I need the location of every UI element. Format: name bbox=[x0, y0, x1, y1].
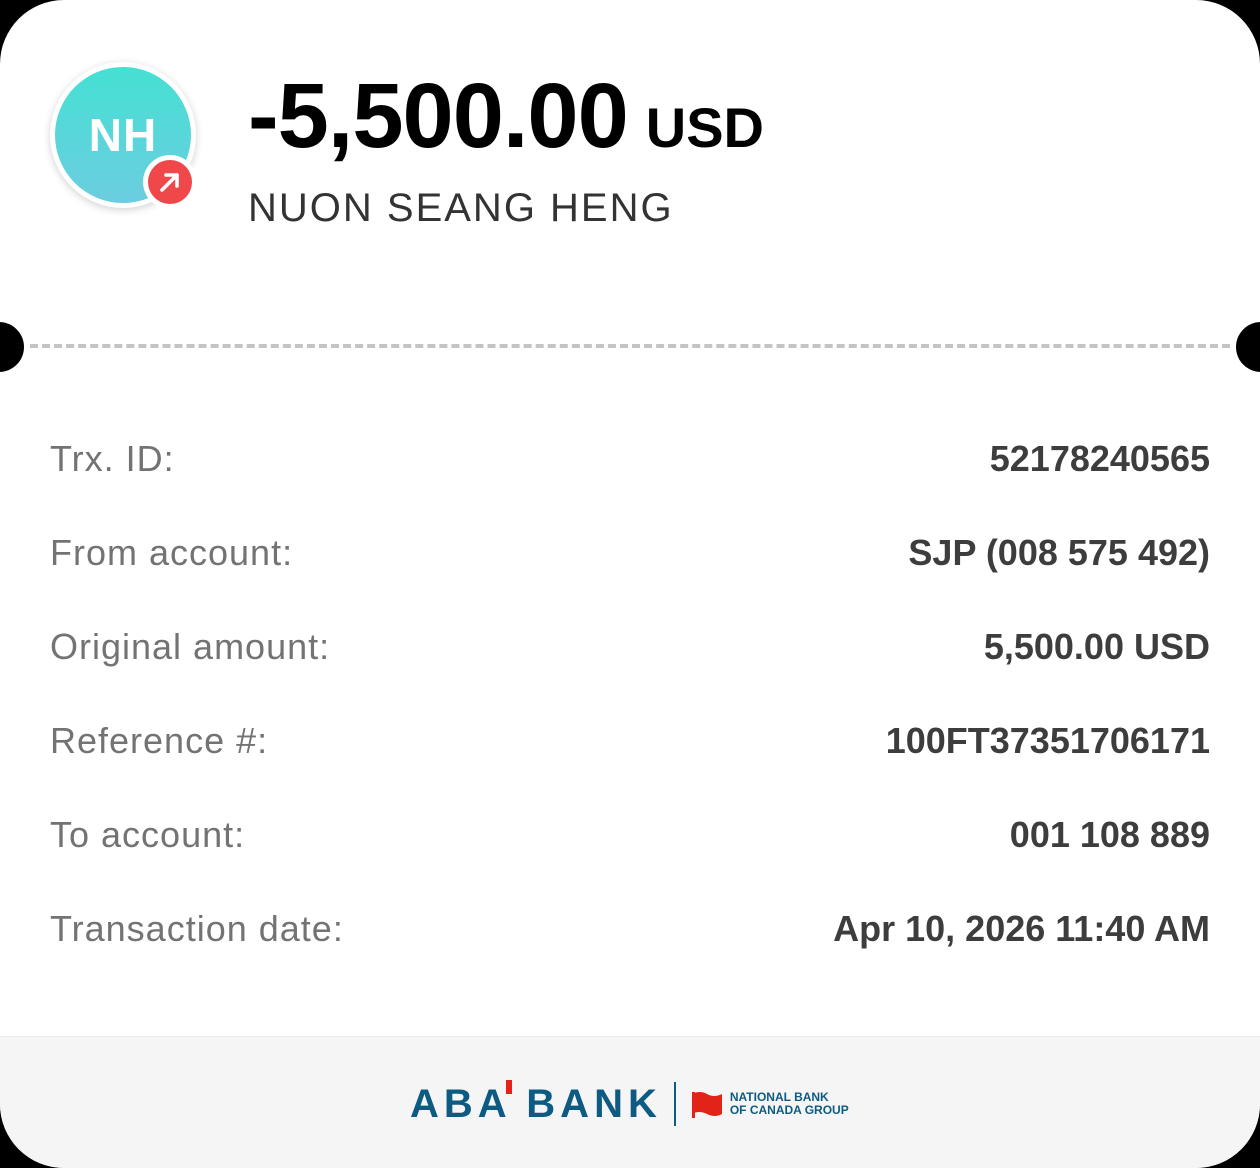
perforation-notch-left bbox=[0, 322, 24, 372]
detail-label: Trx. ID: bbox=[50, 438, 175, 479]
detail-label: From account: bbox=[50, 532, 294, 573]
bank-group-line-2: OF CANADA GROUP bbox=[729, 1103, 849, 1117]
detail-row-to-account: To account: 001 108 889 bbox=[50, 788, 1210, 882]
detail-row-original-amount: Original amount: 5,500.00 USD bbox=[50, 600, 1210, 694]
amount-line: -5,500.00 USD bbox=[248, 64, 764, 167]
detail-label: To account: bbox=[50, 814, 246, 855]
detail-value: 100FT37351706171 bbox=[885, 720, 1210, 761]
bank-logo: ABA BANK NATIONAL BANK OF CANADA GROUP bbox=[410, 1079, 849, 1129]
arrow-up-right-icon bbox=[148, 160, 192, 204]
detail-label: Original amount: bbox=[50, 626, 331, 667]
detail-row-trx-id: Trx. ID: 52178240565 bbox=[50, 412, 1210, 506]
detail-value: 5,500.00 USD bbox=[983, 626, 1210, 667]
transaction-amount: -5,500.00 bbox=[248, 65, 629, 167]
transaction-receipt: NH -5,500.00 USD NUON SEANG HENG Trx. ID… bbox=[0, 0, 1260, 1168]
outgoing-transfer-badge bbox=[143, 155, 197, 209]
detail-row-reference: Reference #: 100FT37351706171 bbox=[50, 694, 1210, 788]
logo-accent-mark bbox=[506, 1079, 512, 1094]
receipt-footer: ABA BANK NATIONAL BANK OF CANADA GROUP bbox=[0, 1036, 1260, 1168]
detail-row-from-account: From account: SJP (008 575 492) bbox=[50, 506, 1210, 600]
transaction-currency: USD bbox=[645, 96, 764, 159]
perforation-notch-right bbox=[1236, 322, 1260, 372]
detail-label: Reference #: bbox=[50, 720, 269, 761]
detail-value: 001 108 889 bbox=[1009, 814, 1210, 855]
transaction-details: Trx. ID: 52178240565 From account: SJP (… bbox=[50, 412, 1210, 976]
bank-name: ABA BANK bbox=[410, 1079, 662, 1127]
logo-divider bbox=[673, 1082, 676, 1126]
detail-value: SJP (008 575 492) bbox=[908, 532, 1210, 573]
detail-value: 52178240565 bbox=[989, 438, 1210, 479]
recipient-name: NUON SEANG HENG bbox=[248, 186, 674, 230]
detail-row-transaction-date: Transaction date: Apr 10, 2026 11:40 AM bbox=[50, 882, 1210, 976]
national-bank-flag-icon bbox=[691, 1092, 722, 1118]
detail-label: Transaction date: bbox=[50, 908, 344, 949]
bank-name-text: ABA BANK bbox=[410, 1081, 662, 1126]
bank-group-name: NATIONAL BANK OF CANADA GROUP bbox=[730, 1091, 849, 1117]
perforation-divider bbox=[30, 344, 1230, 348]
detail-value: Apr 10, 2026 11:40 AM bbox=[833, 908, 1210, 949]
